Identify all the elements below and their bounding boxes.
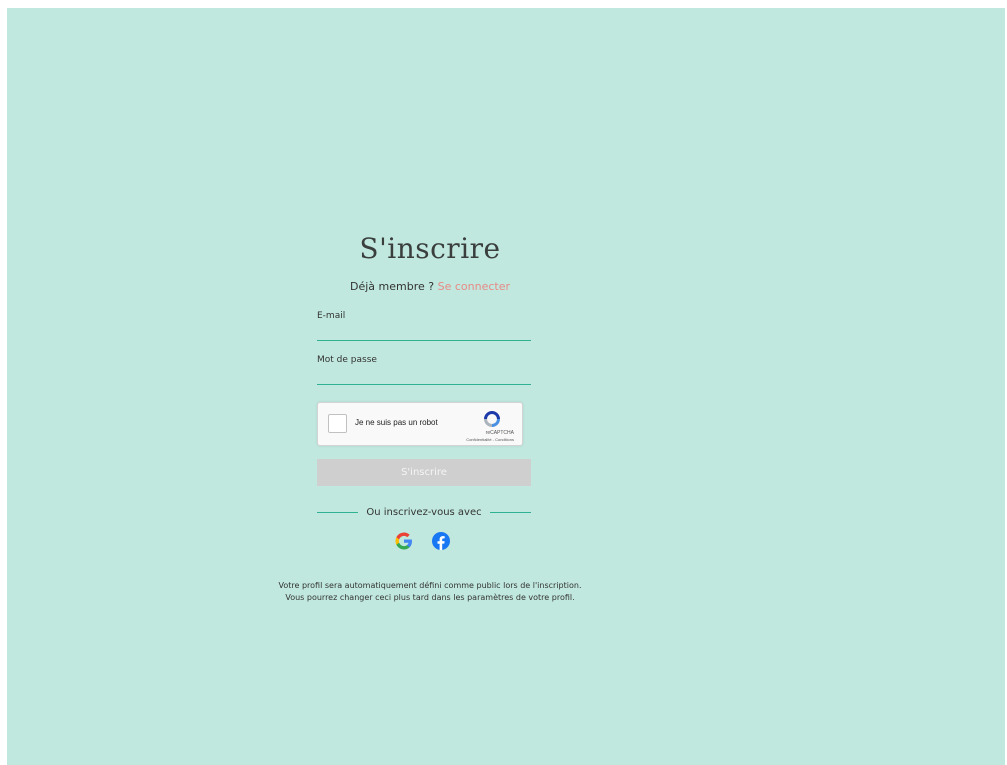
email-label: E-mail	[317, 311, 346, 321]
google-icon[interactable]	[394, 531, 414, 551]
password-input[interactable]	[317, 372, 531, 384]
divider-text: Ou inscrivez-vous avec	[366, 506, 482, 518]
signup-page: S'inscrire Déjà membre ? Se connecter E-…	[7, 8, 1005, 765]
email-input[interactable]	[317, 328, 531, 340]
signup-submit-button[interactable]: S'inscrire	[317, 459, 531, 486]
public-profile-notice: Votre profil sera automatiquement défini…	[7, 580, 853, 604]
page-title: S'inscrire	[359, 232, 501, 265]
divider-line-left	[317, 511, 359, 513]
recaptcha-logo-icon	[484, 411, 500, 427]
notice-line-1: Votre profil sera automatiquement défini…	[278, 581, 582, 590]
already-member-line: Déjà membre ? Se connecter	[7, 280, 853, 293]
recaptcha-terms-link[interactable]: Confidentialité - Conditions	[466, 437, 514, 442]
recaptcha-checkbox[interactable]	[328, 414, 347, 433]
recaptcha-label: Je ne suis pas un robot	[355, 418, 438, 427]
facebook-icon[interactable]	[431, 531, 451, 551]
email-field[interactable]: E-mail	[317, 311, 531, 341]
recaptcha-widget: Je ne suis pas un robot reCAPTCHA Confid…	[317, 402, 523, 446]
divider-line-right	[489, 511, 532, 513]
password-label: Mot de passe	[317, 355, 377, 365]
login-link[interactable]: Se connecter	[438, 280, 510, 293]
already-member-text: Déjà membre ?	[350, 280, 435, 293]
notice-line-2: Vous pourrez changer ceci plus tard dans…	[285, 593, 575, 602]
social-divider: Ou inscrivez-vous avec	[317, 505, 532, 519]
password-field[interactable]: Mot de passe	[317, 355, 531, 385]
recaptcha-brand: reCAPTCHA	[485, 430, 514, 436]
